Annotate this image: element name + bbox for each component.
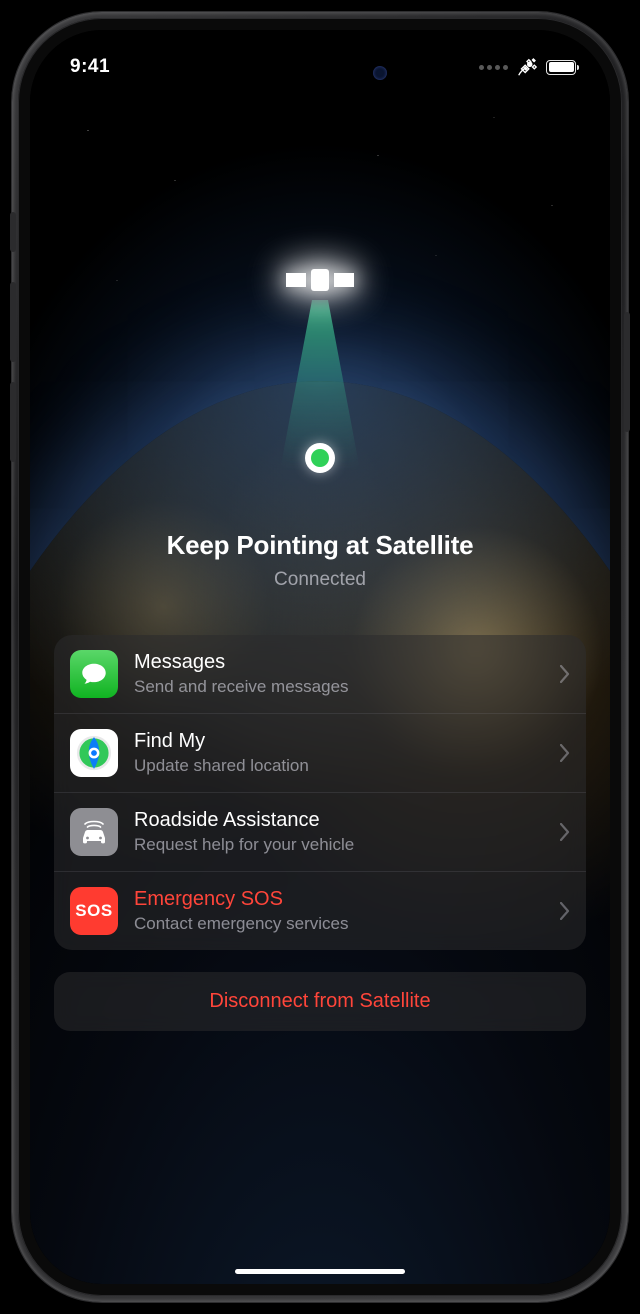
find-my-icon (70, 729, 118, 777)
option-desc: Update shared location (134, 755, 544, 777)
option-title: Find My (134, 729, 544, 754)
option-desc: Request help for your vehicle (134, 834, 544, 856)
roadside-icon (70, 808, 118, 856)
signal-dots-icon (479, 65, 508, 70)
battery-icon (546, 60, 576, 75)
option-desc: Send and receive messages (134, 676, 544, 698)
chevron-right-icon (560, 823, 570, 841)
option-messages[interactable]: Messages Send and receive messages (54, 635, 586, 713)
option-desc: Contact emergency services (134, 913, 544, 935)
option-title: Messages (134, 650, 544, 675)
option-title: Emergency SOS (134, 887, 544, 912)
option-roadside[interactable]: Roadside Assistance Request help for you… (54, 792, 586, 871)
screen: 9:41 Keep Pointing at Satellite Connecte… (30, 30, 610, 1284)
dynamic-island (245, 52, 395, 94)
messages-icon (70, 650, 118, 698)
status-time: 9:41 (70, 56, 110, 78)
headline-subtitle: Connected (54, 569, 586, 591)
option-find-my[interactable]: Find My Update shared location (54, 713, 586, 792)
headline: Keep Pointing at Satellite Connected (54, 530, 586, 591)
headline-title: Keep Pointing at Satellite (54, 530, 586, 561)
satellite-status-icon (516, 56, 538, 78)
option-emergency-sos[interactable]: SOS Emergency SOS Contact emergency serv… (54, 871, 586, 950)
chevron-right-icon (560, 902, 570, 920)
chevron-right-icon (560, 665, 570, 683)
sos-icon: SOS (70, 887, 118, 935)
chevron-right-icon (560, 744, 570, 762)
disconnect-button[interactable]: Disconnect from Satellite (54, 972, 586, 1031)
options-list: Messages Send and receive messages Find … (54, 635, 586, 950)
phone-frame: 9:41 Keep Pointing at Satellite Connecte… (12, 12, 628, 1302)
option-title: Roadside Assistance (134, 808, 544, 833)
home-indicator[interactable] (235, 1269, 405, 1274)
